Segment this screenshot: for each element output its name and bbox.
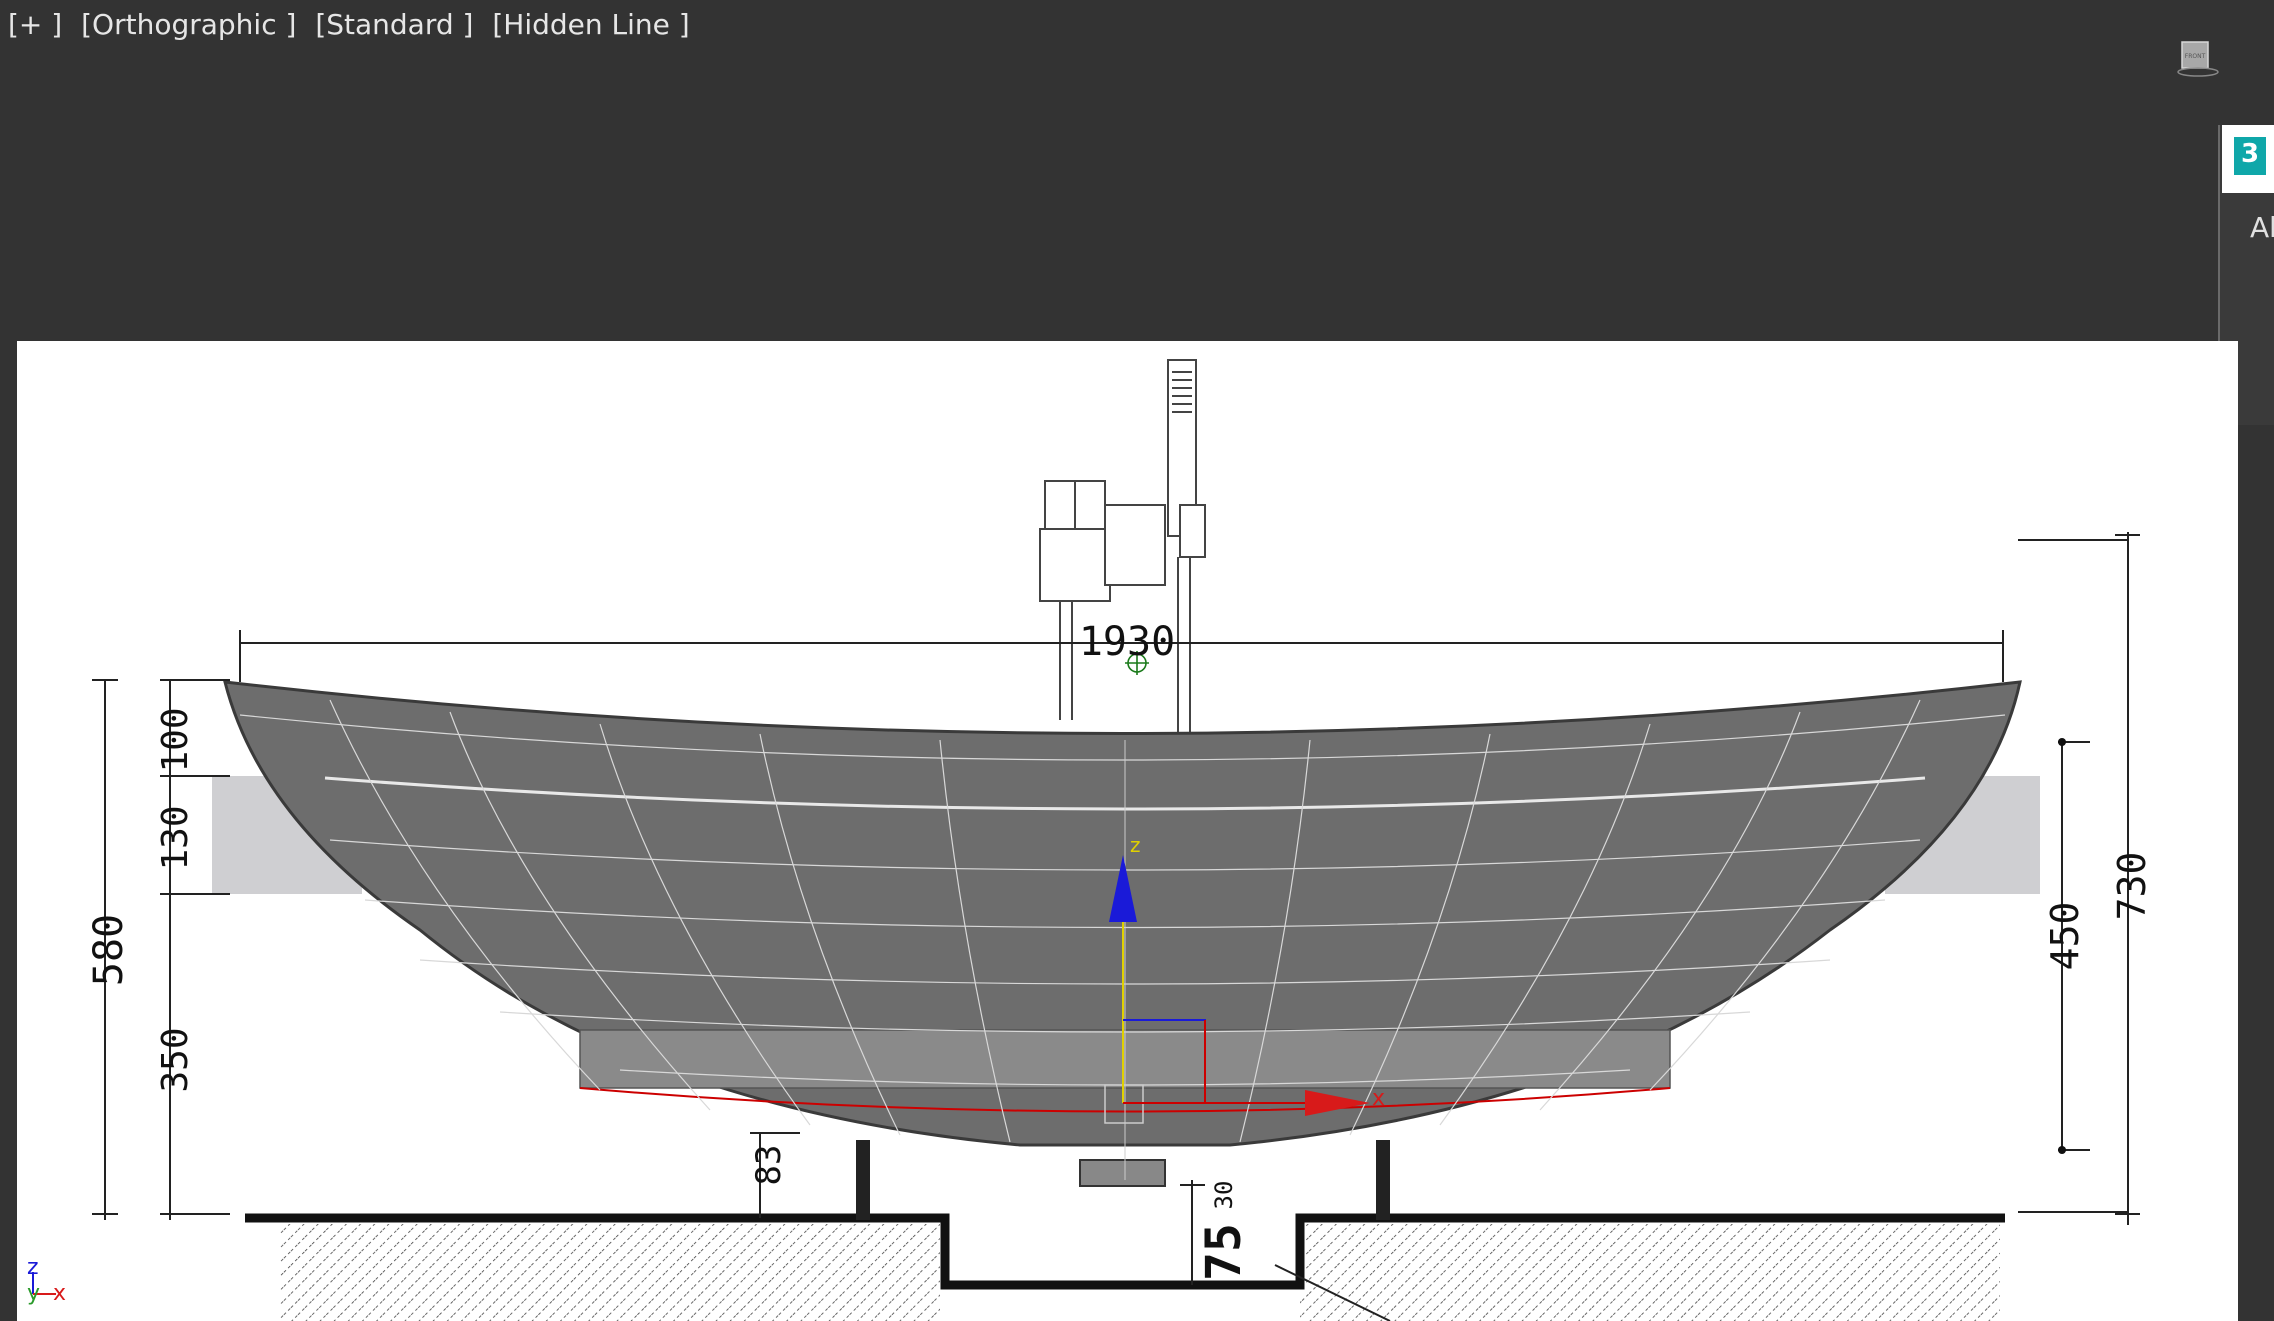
dim-right-inner-label: 450 [2043, 902, 2087, 971]
floor-hatch-left [280, 1224, 940, 1321]
dim-width-label: 1930 [1079, 619, 1175, 665]
dim-panel-label: 130 [155, 805, 196, 870]
dim-total-left-label: 580 [86, 914, 132, 986]
axis-x-label: x [53, 1281, 66, 1306]
dim-right-total-label: 730 [2110, 852, 2154, 921]
dim-foot-label: 83 [749, 1145, 789, 1186]
dim-drain-small-label: 30 [1210, 1181, 1238, 1210]
dim-drain-depth-label: 75 [1196, 1223, 1252, 1281]
gizmo-x-label: x [1372, 1086, 1385, 1111]
viewport-scene[interactable]: z x 1930 580 100 130 350 83 30 75 450 73… [0, 0, 2274, 1321]
tub-foot-right [1376, 1140, 1390, 1220]
gizmo-z-label: z [1130, 833, 1141, 857]
axis-y-label: y [27, 1281, 40, 1306]
floor-hatch-right [1300, 1224, 2000, 1321]
dim-lower-label: 350 [155, 1027, 196, 1092]
tub-foot-left [856, 1140, 870, 1220]
axis-z-label: z [27, 1255, 39, 1280]
dim-rim-label: 100 [155, 707, 196, 772]
